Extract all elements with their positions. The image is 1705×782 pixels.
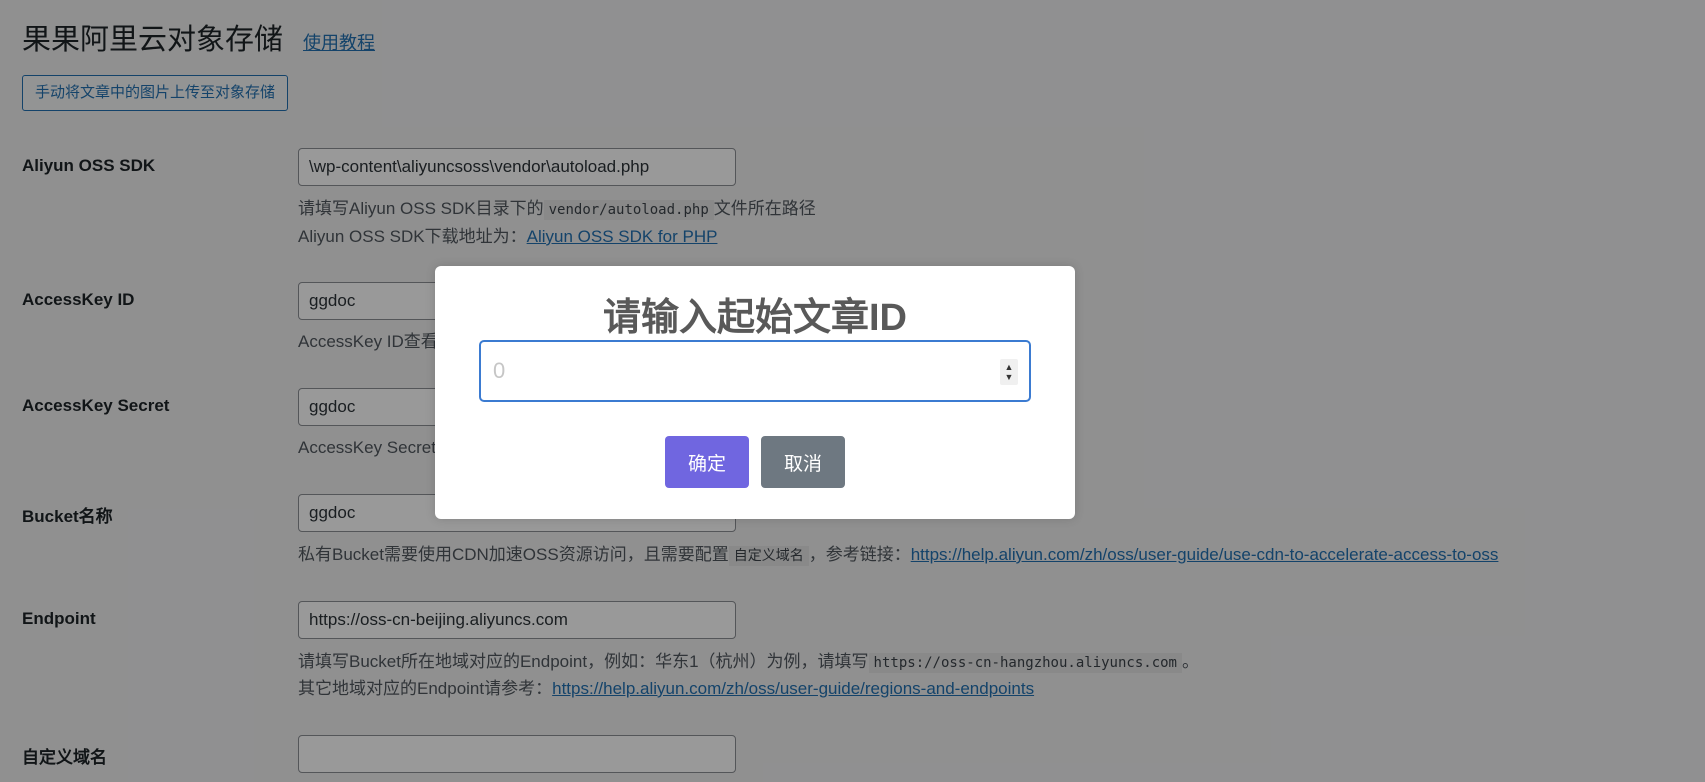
spinner-up-icon[interactable]: ▲ <box>1005 362 1014 372</box>
start-post-id-dialog: 请输入起始文章ID ▲ ▼ 确定 取消 <box>435 266 1075 519</box>
cancel-button[interactable]: 取消 <box>761 436 845 488</box>
number-spinner[interactable]: ▲ ▼ <box>1000 359 1018 385</box>
confirm-button[interactable]: 确定 <box>665 436 749 488</box>
dialog-title: 请输入起始文章ID <box>602 297 907 339</box>
start-post-id-input[interactable] <box>479 340 1031 402</box>
spinner-down-icon[interactable]: ▼ <box>1005 372 1014 382</box>
